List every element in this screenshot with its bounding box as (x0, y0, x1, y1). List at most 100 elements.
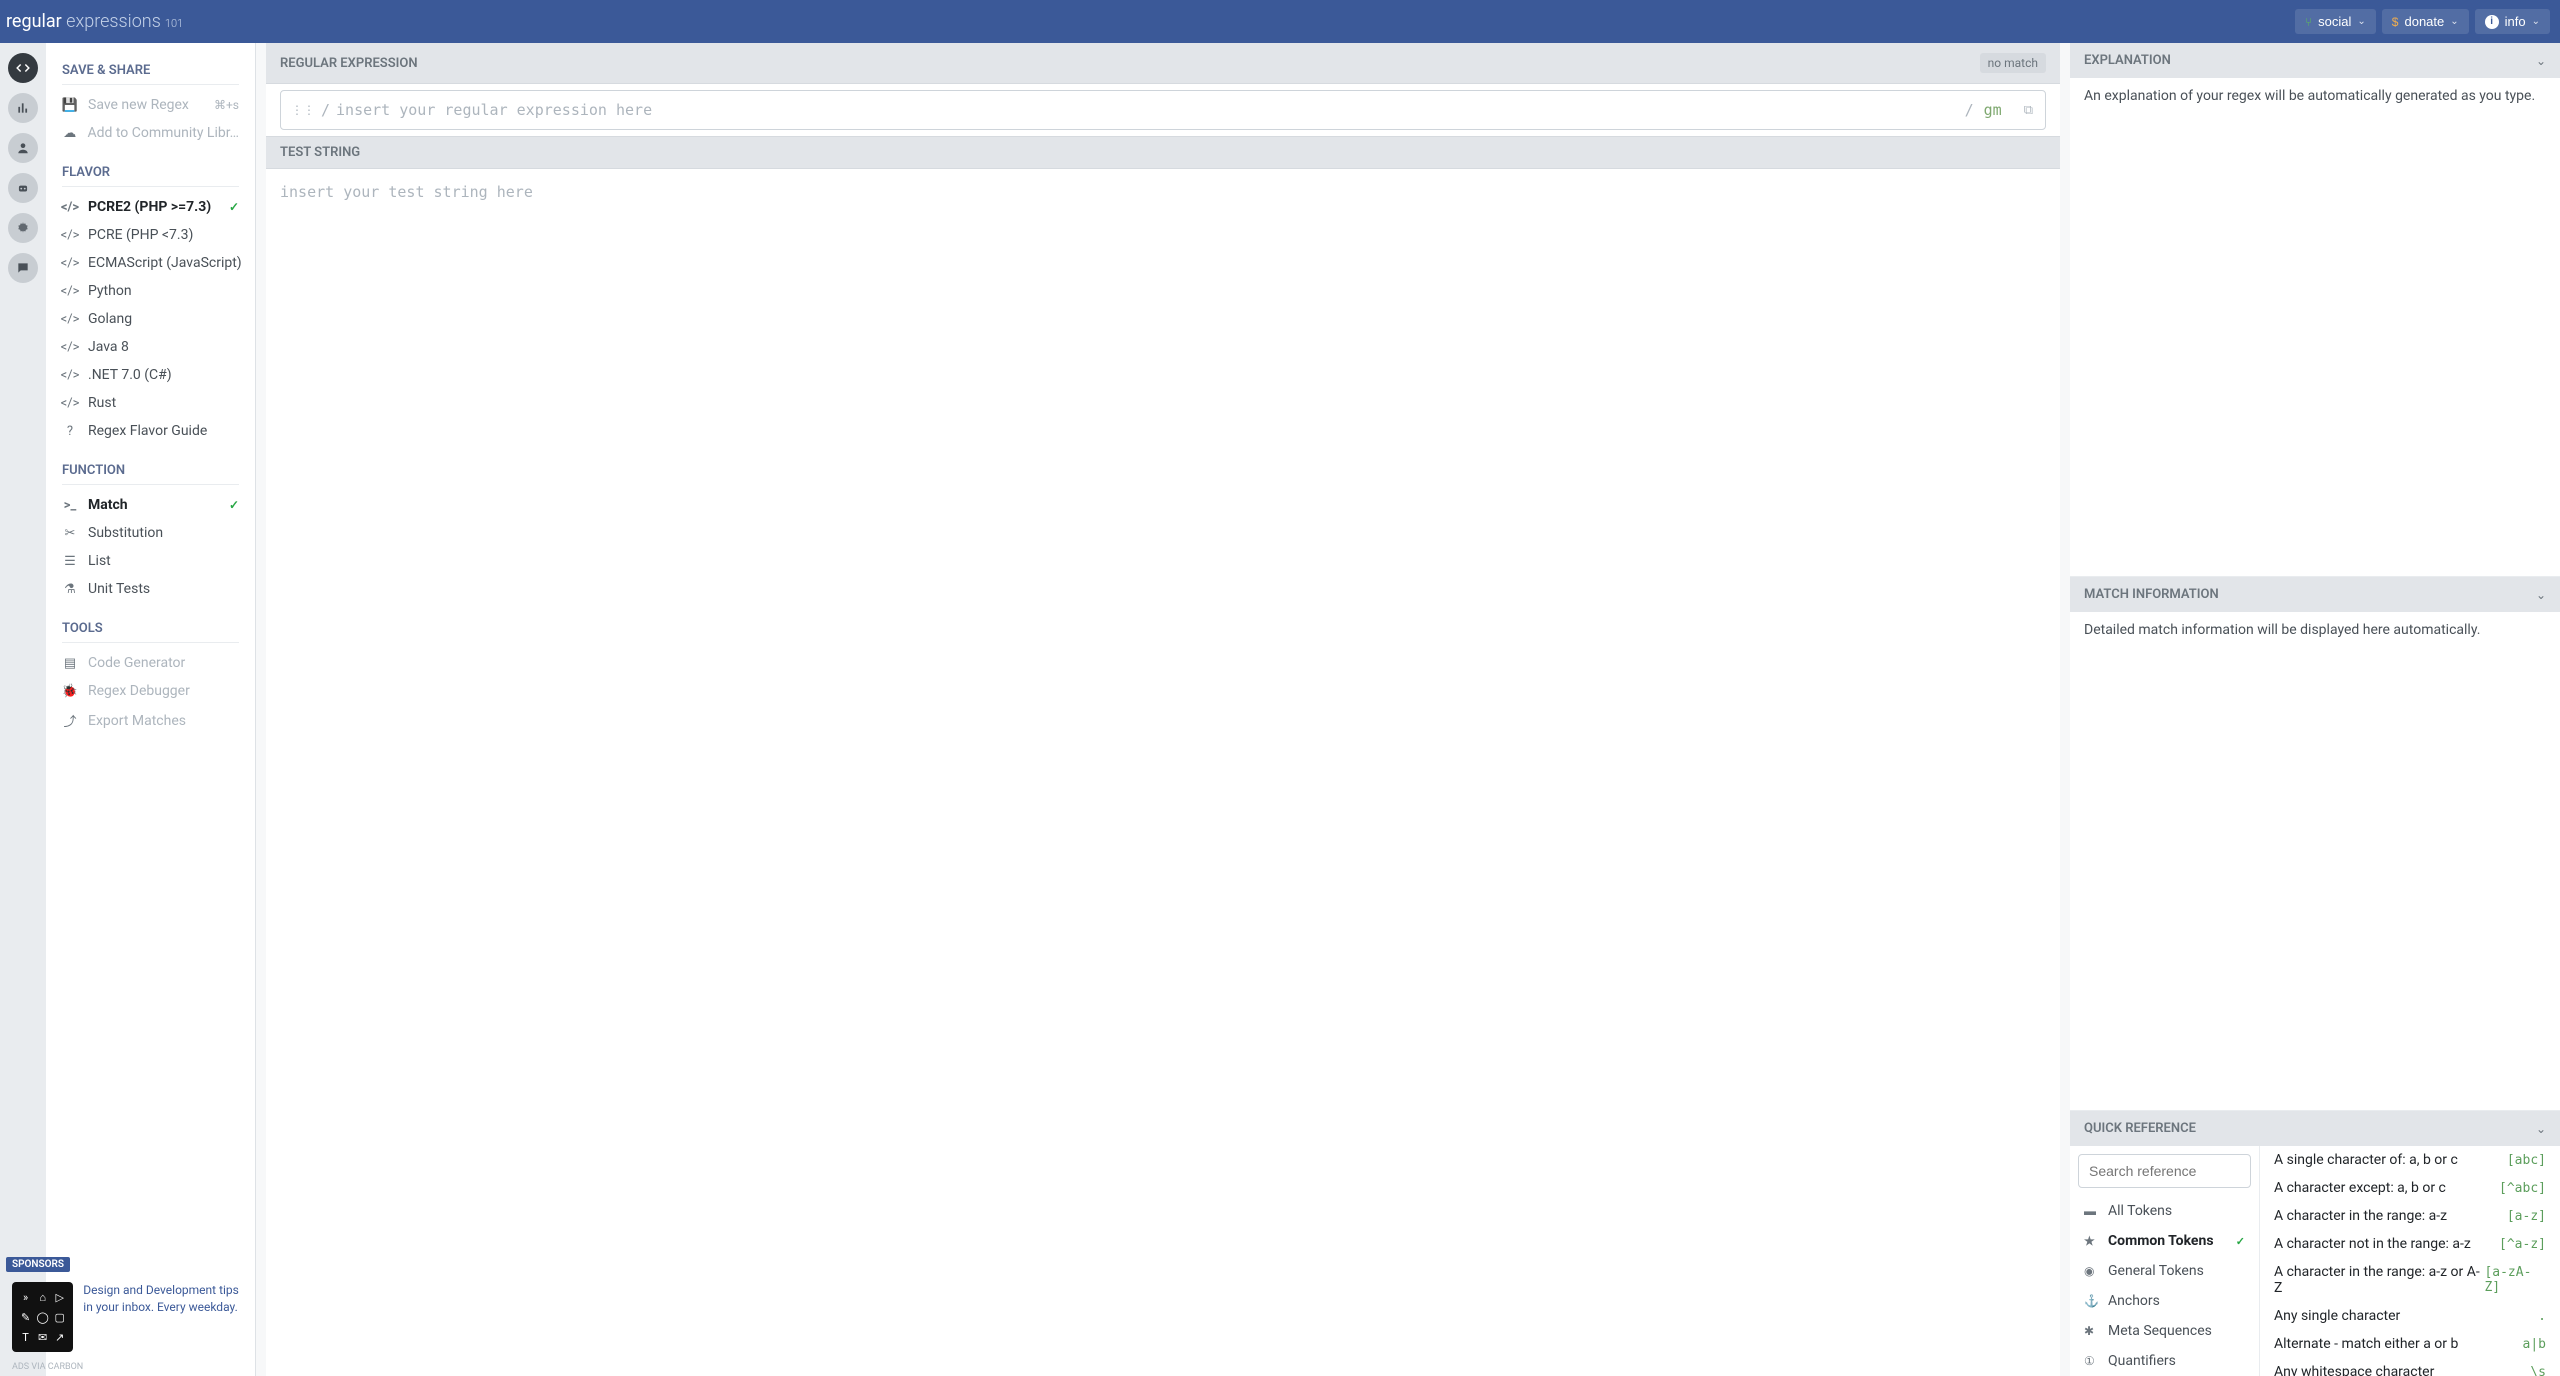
sponsor-image: »⌂▷ ✎◯▢ T✉↗ (12, 1282, 73, 1352)
token-item[interactable]: A single character of: a, b or c[abc] (2260, 1146, 2560, 1174)
tool-codegen[interactable]: ▤Code Generator (62, 649, 239, 677)
cat-meta[interactable]: ✱Meta Sequences (2070, 1316, 2259, 1346)
regex-row: ⋮⋮ / / gm ⧉ (280, 90, 2046, 130)
flavor-java[interactable]: </>Java 8 (62, 333, 239, 361)
rail-settings[interactable] (8, 213, 38, 243)
tools-header: TOOLS (62, 615, 239, 643)
token-item[interactable]: A character in the range: a-z or A-Z[a-z… (2260, 1258, 2560, 1302)
donate-button[interactable]: $ donate ⌄ (2382, 9, 2469, 34)
flavor-dotnet[interactable]: </>.NET 7.0 (C#) (62, 361, 239, 389)
info-button[interactable]: i info ⌄ (2475, 9, 2550, 34)
function-match[interactable]: >_ Match ✓ (62, 491, 239, 519)
code-icon: </> (62, 200, 78, 215)
regex-label: REGULAR EXPRESSION (280, 56, 418, 71)
bug-icon: 🐞 (62, 684, 78, 699)
function-unittests[interactable]: ⚗Unit Tests (62, 575, 239, 603)
rail-library[interactable] (8, 93, 38, 123)
token-item[interactable]: Alternate - match either a or ba|b (2260, 1330, 2560, 1358)
rail-editor[interactable] (8, 53, 38, 83)
sponsors: SPONSORS »⌂▷ ✎◯▢ T✉↗ Design and Developm… (0, 1255, 256, 1376)
tool-debugger[interactable]: 🐞Regex Debugger (62, 677, 239, 705)
help-icon: ? (62, 424, 78, 439)
explanation-header: EXPLANATION (2084, 53, 2171, 68)
flask-icon: ⚗ (62, 582, 78, 597)
sponsor-via[interactable]: ADS VIA CARBON (0, 1362, 256, 1376)
code-icon: </> (62, 340, 78, 355)
chevron-down-icon: ⌄ (2532, 16, 2540, 27)
code-icon: </> (62, 256, 78, 271)
add-community[interactable]: ☁ Add to Community Libr… (62, 119, 239, 147)
social-button[interactable]: ⑂ social ⌄ (2295, 9, 2376, 34)
regex-flags[interactable]: gm (1974, 101, 2012, 119)
match-info-body: Detailed match information will be displ… (2070, 612, 2560, 1110)
cat-anchors[interactable]: ⚓Anchors (2070, 1286, 2259, 1316)
list-icon: ☰ (62, 554, 78, 569)
code-icon: </> (62, 228, 78, 243)
save-share-header: SAVE & SHARE (62, 57, 239, 85)
quickref-list: A single character of: a, b or c[abc] A … (2260, 1146, 2560, 1376)
check-icon: ✓ (229, 498, 239, 512)
cat-general-tokens[interactable]: ◉General Tokens (2070, 1256, 2259, 1286)
scissors-icon: ✂ (62, 526, 78, 541)
test-string-input[interactable] (280, 183, 2046, 1362)
info-icon: i (2485, 15, 2499, 29)
token-item[interactable]: Any whitespace character\s (2260, 1358, 2560, 1376)
test-string-label: TEST STRING (266, 136, 2060, 169)
chevron-down-icon: ⌄ (2357, 16, 2365, 27)
regex-input[interactable] (330, 91, 1965, 129)
chevron-down-icon: ⌄ (2450, 16, 2458, 27)
code-icon: </> (62, 284, 78, 299)
logo[interactable]: regular expressions101 (6, 11, 183, 32)
collapse-icon[interactable]: ⌄ (2536, 588, 2546, 602)
sponsor-card[interactable]: »⌂▷ ✎◯▢ T✉↗ Design and Development tips … (0, 1272, 256, 1362)
save-icon: 💾 (62, 98, 78, 113)
cat-common-tokens[interactable]: ★Common Tokens✓ (2070, 1226, 2259, 1256)
function-list[interactable]: ☰List (62, 547, 239, 575)
drag-handle-icon[interactable]: ⋮⋮ (281, 95, 321, 125)
rail-chat[interactable] (8, 253, 38, 283)
flavor-guide[interactable]: ?Regex Flavor Guide (62, 417, 239, 445)
token-item[interactable]: Any single character. (2260, 1302, 2560, 1330)
chart-icon (16, 101, 30, 115)
regex-open-slash: / (321, 101, 330, 119)
cat-all-tokens[interactable]: ▬All Tokens (2070, 1196, 2259, 1226)
flavor-ecmascript[interactable]: </>ECMAScript (JavaScript) (62, 249, 239, 277)
flavor-header: FLAVOR (62, 159, 239, 187)
check-icon: ✓ (229, 200, 239, 214)
export-icon: ⤴ (62, 711, 78, 730)
number-icon: ① (2084, 1354, 2098, 1368)
cloud-icon: ☁ (62, 126, 77, 141)
flavor-golang[interactable]: </>Golang (62, 305, 239, 333)
flavor-rust[interactable]: </>Rust (62, 389, 239, 417)
token-item[interactable]: A character not in the range: a-z[^a-z] (2260, 1230, 2560, 1258)
right-panel: EXPLANATION ⌄ An explanation of your reg… (2070, 43, 2560, 1376)
flavor-python[interactable]: </>Python (62, 277, 239, 305)
chat-icon (16, 261, 30, 275)
collapse-icon[interactable]: ⌄ (2536, 1122, 2546, 1136)
sponsor-text: Design and Development tips in your inbo… (83, 1282, 244, 1316)
sidebar: SAVE & SHARE 💾 Save new Regex ⌘+s ☁ Add … (46, 43, 256, 1376)
explanation-body: An explanation of your regex will be aut… (2070, 78, 2560, 576)
flavor-pcre2[interactable]: </> PCRE2 (PHP >=7.3) ✓ (62, 193, 239, 221)
collapse-icon[interactable]: ⌄ (2536, 54, 2546, 68)
file-icon: ▤ (62, 656, 78, 671)
flavor-pcre[interactable]: </>PCRE (PHP <7.3) (62, 221, 239, 249)
function-substitution[interactable]: ✂Substitution (62, 519, 239, 547)
code-icon: </> (62, 312, 78, 327)
token-item[interactable]: A character except: a, b or c[^abc] (2260, 1174, 2560, 1202)
code-icon: </> (62, 368, 78, 383)
regex-close-slash: / (1965, 101, 1974, 119)
no-match-badge: no match (1980, 53, 2046, 73)
cat-quantifiers[interactable]: ①Quantifiers (2070, 1346, 2259, 1376)
quickref-search[interactable] (2078, 1154, 2251, 1188)
tool-export[interactable]: ⤴Export Matches (62, 705, 239, 736)
sponsors-badge: SPONSORS (6, 1257, 70, 1272)
header: regular expressions101 ⑂ social ⌄ $ dona… (0, 0, 2560, 43)
token-item[interactable]: A character in the range: a-z[a-z] (2260, 1202, 2560, 1230)
copy-icon[interactable]: ⧉ (2012, 103, 2045, 118)
rail-account[interactable] (8, 133, 38, 163)
save-new-regex[interactable]: 💾 Save new Regex ⌘+s (62, 91, 239, 119)
icon-rail (0, 43, 46, 1376)
rail-quiz[interactable] (8, 173, 38, 203)
match-info-header: MATCH INFORMATION (2084, 587, 2219, 602)
